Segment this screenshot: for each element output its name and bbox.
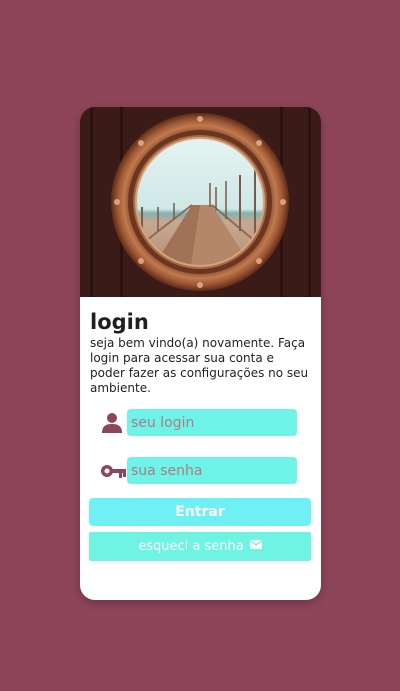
- password-row: [100, 457, 300, 485]
- forgot-password-button[interactable]: esqueci a senha: [89, 532, 311, 561]
- login-button[interactable]: Entrar: [89, 498, 311, 526]
- forgot-password-label: esqueci a senha: [138, 539, 244, 554]
- login-card: login seja bem vindo(a) novamente. Faça …: [80, 107, 321, 600]
- user-icon: [100, 411, 128, 435]
- page-title: login: [90, 310, 149, 334]
- password-input[interactable]: [127, 457, 297, 484]
- mail-icon: [249, 531, 262, 560]
- username-row: [100, 409, 300, 437]
- porthole-image: [80, 107, 321, 297]
- key-icon: [100, 459, 128, 483]
- login-button-label: Entrar: [175, 504, 225, 520]
- username-input[interactable]: [127, 409, 297, 436]
- welcome-text: seja bem vindo(a) novamente. Faça login …: [90, 336, 309, 395]
